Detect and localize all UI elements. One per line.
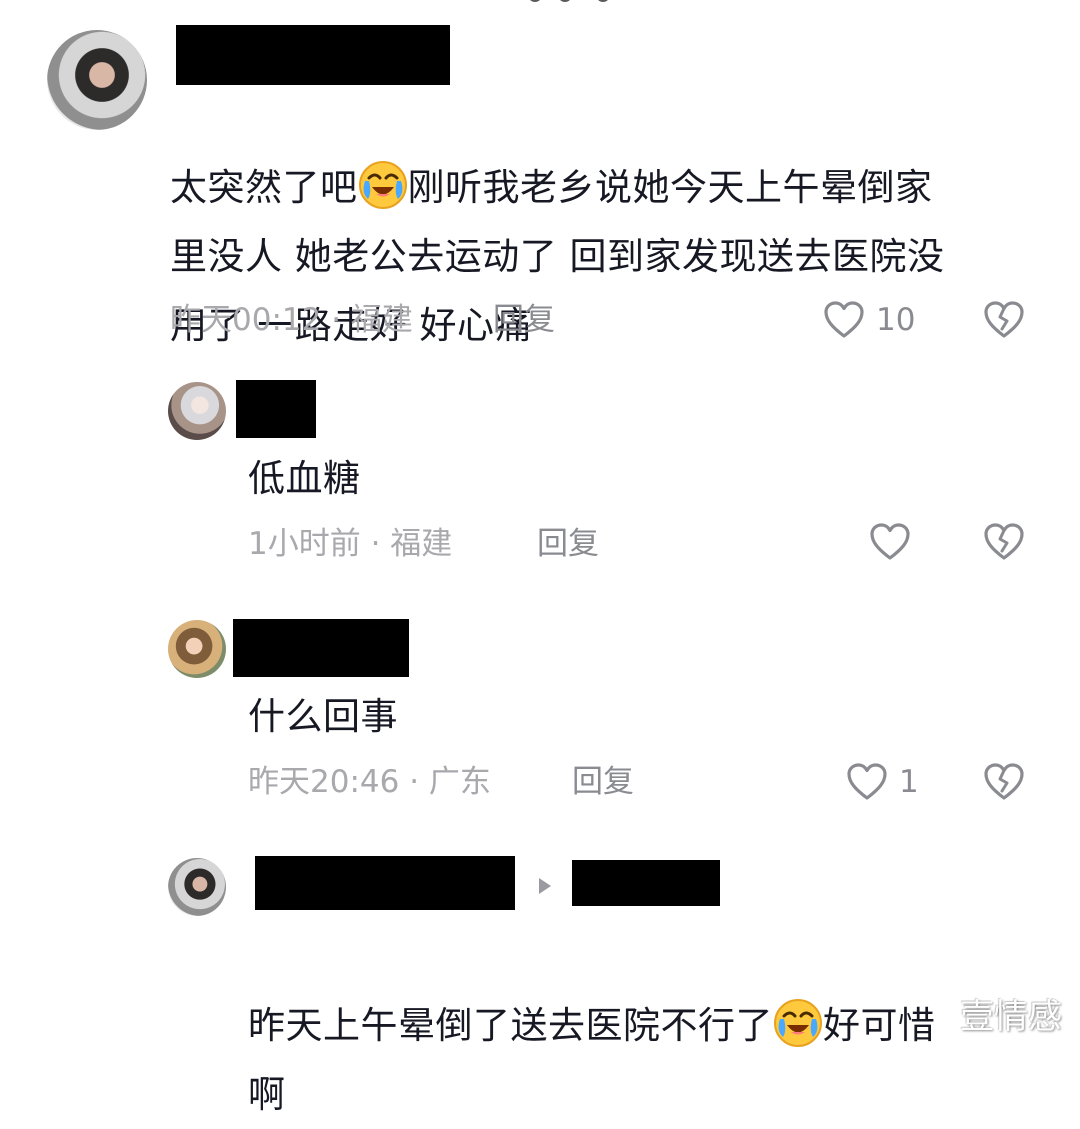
like-button[interactable]: 10	[822, 298, 915, 342]
watermark: 壹情感	[960, 997, 1062, 1037]
avatar[interactable]	[168, 858, 226, 916]
reply-time-location: 1小时前 · 福建	[248, 526, 453, 562]
dislike-button[interactable]	[982, 760, 1026, 804]
like-button[interactable]	[868, 520, 912, 564]
reply-button[interactable]: 回复	[537, 524, 599, 564]
dislike-button[interactable]	[982, 520, 1026, 564]
heart-outline-icon	[824, 301, 864, 338]
reply-text: 什么回事	[248, 695, 398, 738]
crying-laughing-emoji-icon	[358, 161, 407, 209]
heart-outline-icon	[847, 763, 887, 800]
redacted-username[interactable]	[233, 619, 409, 677]
crying-laughing-emoji-icon	[774, 999, 822, 1047]
comment-time-location: 昨天00:12 · 福建	[170, 302, 413, 338]
comment-text-part1: 太突然了吧	[170, 166, 358, 209]
like-count: 1	[899, 764, 919, 800]
avatar[interactable]	[168, 620, 226, 678]
reply-text-part1: 昨天上午晕倒了送去医院不行了	[248, 1004, 773, 1047]
reply-text: 昨天上午晕倒了送去医院不行了 好可惜 啊	[248, 922, 1048, 1129]
avatar[interactable]	[47, 30, 147, 130]
avatar[interactable]	[168, 382, 226, 440]
broken-heart-icon	[984, 763, 1024, 800]
reply-button[interactable]: 回复	[572, 762, 634, 802]
broken-heart-icon	[984, 301, 1024, 338]
redacted-reply-to-username[interactable]	[572, 860, 720, 906]
redacted-username[interactable]	[255, 856, 515, 910]
redacted-username[interactable]	[176, 25, 450, 85]
triangle-right-icon	[539, 878, 551, 894]
like-count: 10	[876, 302, 916, 338]
dislike-button[interactable]	[982, 298, 1026, 342]
broken-heart-icon	[984, 523, 1024, 560]
redacted-username[interactable]	[236, 380, 316, 438]
heart-outline-icon	[870, 523, 910, 560]
reply-time-location: 昨天20:46 · 广东	[248, 764, 491, 800]
top-cropped-glyphs	[520, 0, 620, 4]
reply-button[interactable]: 回复	[493, 300, 555, 340]
like-button[interactable]: 1	[845, 760, 919, 804]
reply-text: 低血糖	[248, 457, 361, 500]
